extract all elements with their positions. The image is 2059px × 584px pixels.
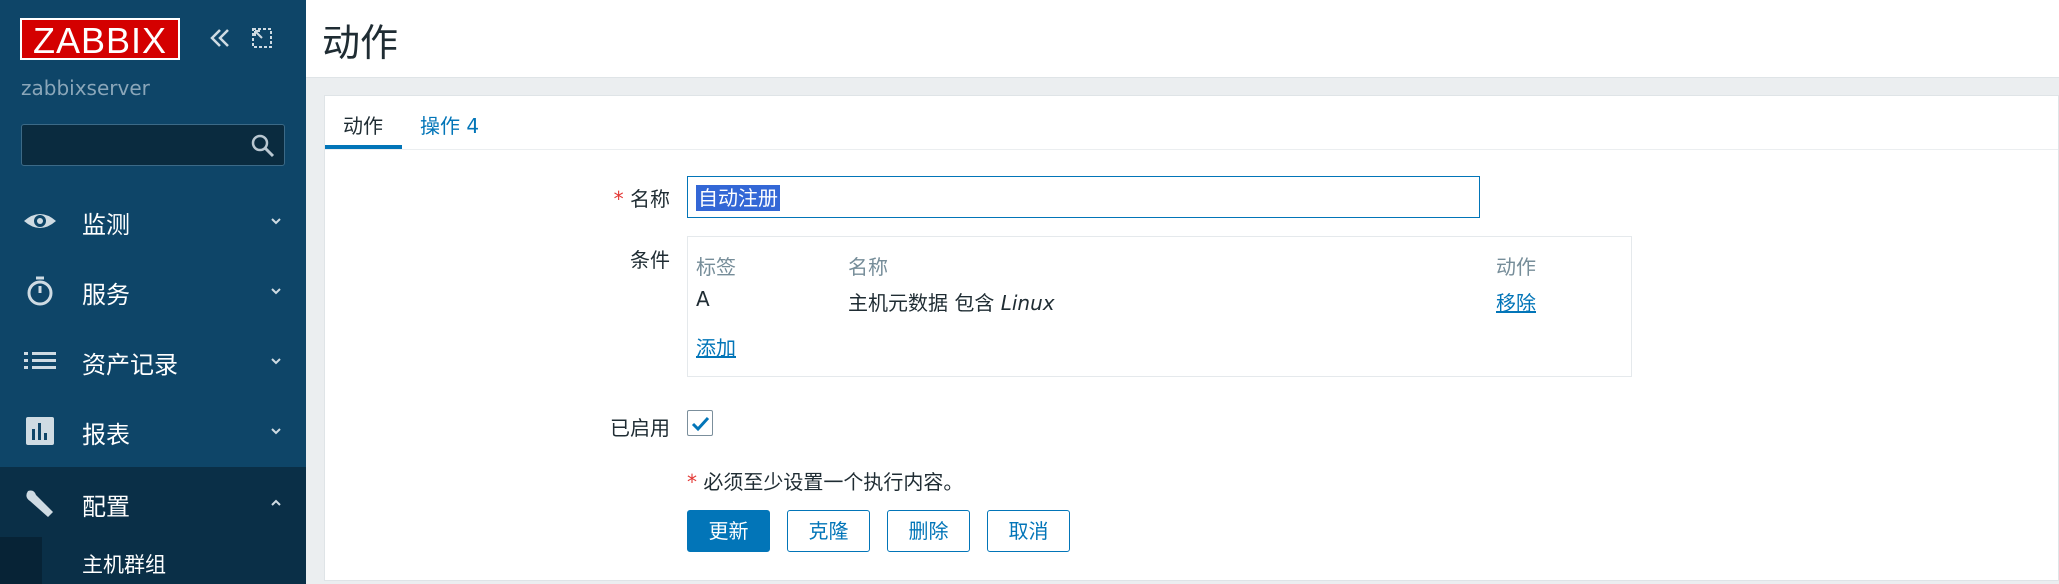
menu-item-reports[interactable]: 报表 bbox=[0, 395, 306, 465]
enabled-checkbox[interactable] bbox=[687, 410, 713, 436]
conditions-label: 条件 bbox=[630, 248, 670, 272]
menu-label: 报表 bbox=[82, 421, 130, 449]
sidebar: ZABBIX zabbixserver 监测 服务 资产记录 报表 配置 主机群… bbox=[0, 0, 306, 584]
enabled-label: 已启用 bbox=[610, 416, 670, 440]
submenu-indent bbox=[0, 537, 42, 584]
condition-tag: A bbox=[696, 287, 710, 311]
name-label: * 名称 bbox=[600, 183, 670, 212]
page-title: 动作 bbox=[322, 21, 399, 65]
sidebar-search[interactable] bbox=[21, 124, 285, 166]
column-header-action: 动作 bbox=[1496, 255, 1536, 279]
submenu-host-groups[interactable]: 主机群组 bbox=[0, 537, 306, 584]
stopwatch-icon bbox=[27, 276, 53, 306]
menu-label: 服务 bbox=[82, 281, 130, 309]
delete-button[interactable]: 删除 bbox=[887, 510, 970, 552]
bar-chart-icon bbox=[26, 417, 54, 445]
required-mark: * bbox=[613, 187, 624, 211]
column-header-name: 名称 bbox=[848, 255, 888, 279]
menu-label: 配置 bbox=[82, 493, 130, 521]
condition-name-value: Linux bbox=[1000, 291, 1055, 315]
chevron-down-icon bbox=[271, 218, 281, 225]
kiosk-mode-icon[interactable] bbox=[250, 26, 274, 50]
search-icon[interactable] bbox=[250, 133, 276, 159]
list-icon bbox=[24, 352, 56, 369]
name-label-text: 名称 bbox=[630, 187, 670, 211]
condition-name-prefix: 主机元数据 包含 bbox=[848, 291, 1001, 315]
menu-item-monitoring[interactable]: 监测 bbox=[0, 185, 306, 255]
active-tab-indicator bbox=[325, 145, 402, 149]
menu-label: 资产记录 bbox=[82, 351, 178, 379]
column-header-tag: 标签 bbox=[696, 255, 736, 279]
search-input[interactable] bbox=[30, 129, 240, 161]
remove-condition-link[interactable]: 移除 bbox=[1496, 287, 1536, 316]
menu-item-services[interactable]: 服务 bbox=[0, 255, 306, 325]
zabbix-logo[interactable]: ZABBIX bbox=[20, 18, 180, 61]
required-mark: * bbox=[687, 470, 697, 494]
page-header: 动作 bbox=[306, 0, 2059, 78]
name-field-value: 自动注册 bbox=[696, 185, 780, 211]
tab-operations[interactable]: 操作 4 bbox=[420, 110, 479, 139]
operations-required-note: * 必须至少设置一个执行内容。 bbox=[687, 466, 963, 495]
tab-bar: 动作 操作 4 bbox=[325, 96, 2058, 150]
server-name: zabbixserver bbox=[21, 76, 150, 100]
add-condition-link[interactable]: 添加 bbox=[696, 332, 736, 361]
chevron-up-icon bbox=[271, 499, 281, 506]
cancel-button[interactable]: 取消 bbox=[987, 510, 1070, 552]
chevron-down-icon bbox=[271, 428, 281, 435]
clone-button[interactable]: 克隆 bbox=[787, 510, 870, 552]
menu-item-configuration[interactable]: 配置 bbox=[0, 467, 306, 537]
menu-label: 监测 bbox=[82, 211, 130, 239]
menu-item-inventory[interactable]: 资产记录 bbox=[0, 325, 306, 395]
wrench-icon bbox=[26, 490, 53, 517]
checkmark-icon bbox=[691, 416, 710, 432]
submenu-label: 主机群组 bbox=[82, 553, 166, 577]
name-field[interactable]: 自动注册 bbox=[687, 176, 1480, 218]
eye-icon bbox=[24, 214, 56, 228]
conditions-table: 标签 名称 动作 A 主机元数据 包含 Linux 移除 添加 bbox=[687, 236, 1632, 377]
collapse-sidebar-icon[interactable] bbox=[206, 24, 234, 52]
tab-action[interactable]: 动作 bbox=[343, 110, 383, 139]
note-text: 必须至少设置一个执行内容。 bbox=[697, 470, 964, 494]
chevron-down-icon bbox=[271, 288, 281, 295]
update-button[interactable]: 更新 bbox=[687, 510, 770, 552]
condition-name: 主机元数据 包含 Linux bbox=[848, 287, 1055, 316]
chevron-down-icon bbox=[271, 358, 281, 365]
